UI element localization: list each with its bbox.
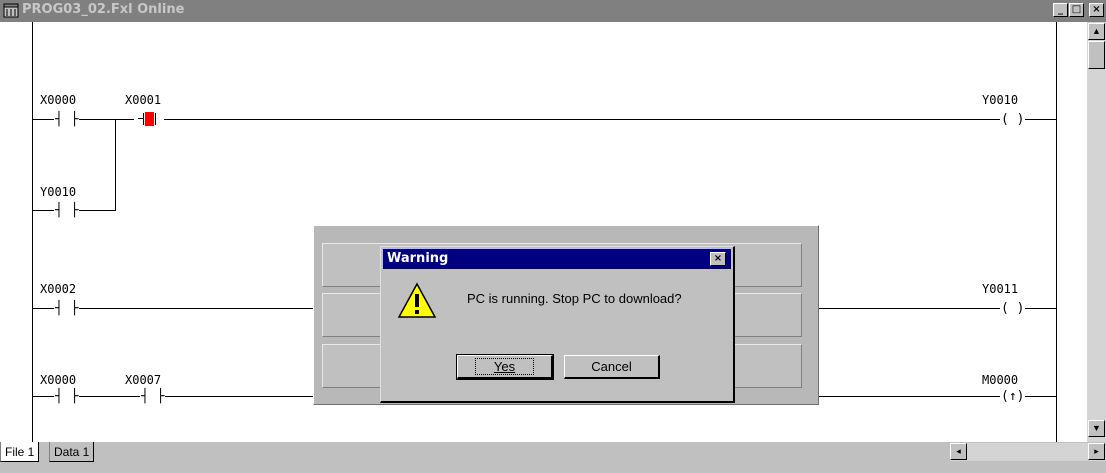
tab-file-1[interactable]: File 1	[0, 442, 40, 462]
rung3-coil-label: M0000	[982, 373, 1019, 387]
rung3-contact2[interactable]: ┤ ├	[140, 390, 166, 403]
dialog-title-bar: Warning ×	[383, 249, 731, 269]
rung3-coil[interactable]: (↑)	[1000, 390, 1026, 403]
branch-contact[interactable]: ┤ ├	[54, 204, 80, 217]
dialog-message: PC is running. Stop PC to download?	[467, 291, 682, 306]
rung1-contact2-label: X0001	[125, 93, 162, 107]
scroll-down-icon[interactable]: ▼	[1088, 420, 1105, 437]
warning-icon	[397, 281, 437, 326]
left-power-rail	[32, 22, 33, 442]
maximize-button[interactable]: □	[1069, 3, 1084, 17]
tab-data-1[interactable]: Data 1	[49, 442, 95, 462]
rung1-line	[32, 119, 1056, 120]
cancel-button[interactable]: Cancel	[564, 355, 660, 379]
sheet-tab-bar: File 1 Data 1 ◂ ▸	[0, 442, 1106, 473]
window-title: PROG03_02.Fxl Online	[22, 2, 185, 17]
horizontal-scrollbar[interactable]: ◂ ▸	[950, 443, 1106, 461]
rung3-contact1-label: X0000	[40, 373, 77, 387]
rung2-coil[interactable]: ( )	[1000, 302, 1026, 315]
rung3-contact1[interactable]: ┤ ├	[54, 390, 80, 403]
right-power-rail	[1056, 22, 1057, 442]
warning-dialog: Warning × PC is running. Stop PC to down…	[380, 246, 735, 403]
rung2-contact1-label: X0002	[40, 282, 77, 296]
rung1-contact1[interactable]: ┤ ├	[54, 113, 80, 126]
rung1-coil-label: Y0010	[982, 93, 1019, 107]
branch-contact-label: Y0010	[40, 185, 77, 199]
rung1-contact2-highlight[interactable]	[134, 112, 164, 126]
scroll-thumb[interactable]	[1088, 41, 1105, 69]
window-title-bar: PROG03_02.Fxl Online _ □ ×	[0, 0, 1106, 22]
rung3-contact2-label: X0007	[125, 373, 162, 387]
dialog-close-button[interactable]: ×	[710, 252, 726, 266]
rung1-coil[interactable]: ( )	[1000, 113, 1026, 126]
rung2-coil-label: Y0011	[982, 282, 1019, 296]
vertical-scrollbar[interactable]: ▲ ▼	[1087, 22, 1106, 442]
dialog-title: Warning	[387, 251, 449, 266]
scroll-left-icon[interactable]: ◂	[950, 443, 967, 460]
rung2-contact1[interactable]: ┤ ├	[54, 302, 80, 315]
yes-button-label: Yes	[474, 358, 535, 375]
window-app-icon	[3, 3, 19, 23]
minimize-button[interactable]: _	[1053, 3, 1068, 17]
rung1-contact1-label: X0000	[40, 93, 77, 107]
yes-button[interactable]: Yes	[456, 354, 554, 380]
scroll-up-icon[interactable]: ▲	[1088, 23, 1105, 40]
branch-vertical	[115, 119, 116, 211]
close-button[interactable]: ×	[1089, 3, 1104, 17]
scroll-right-icon[interactable]: ▸	[1088, 443, 1105, 460]
